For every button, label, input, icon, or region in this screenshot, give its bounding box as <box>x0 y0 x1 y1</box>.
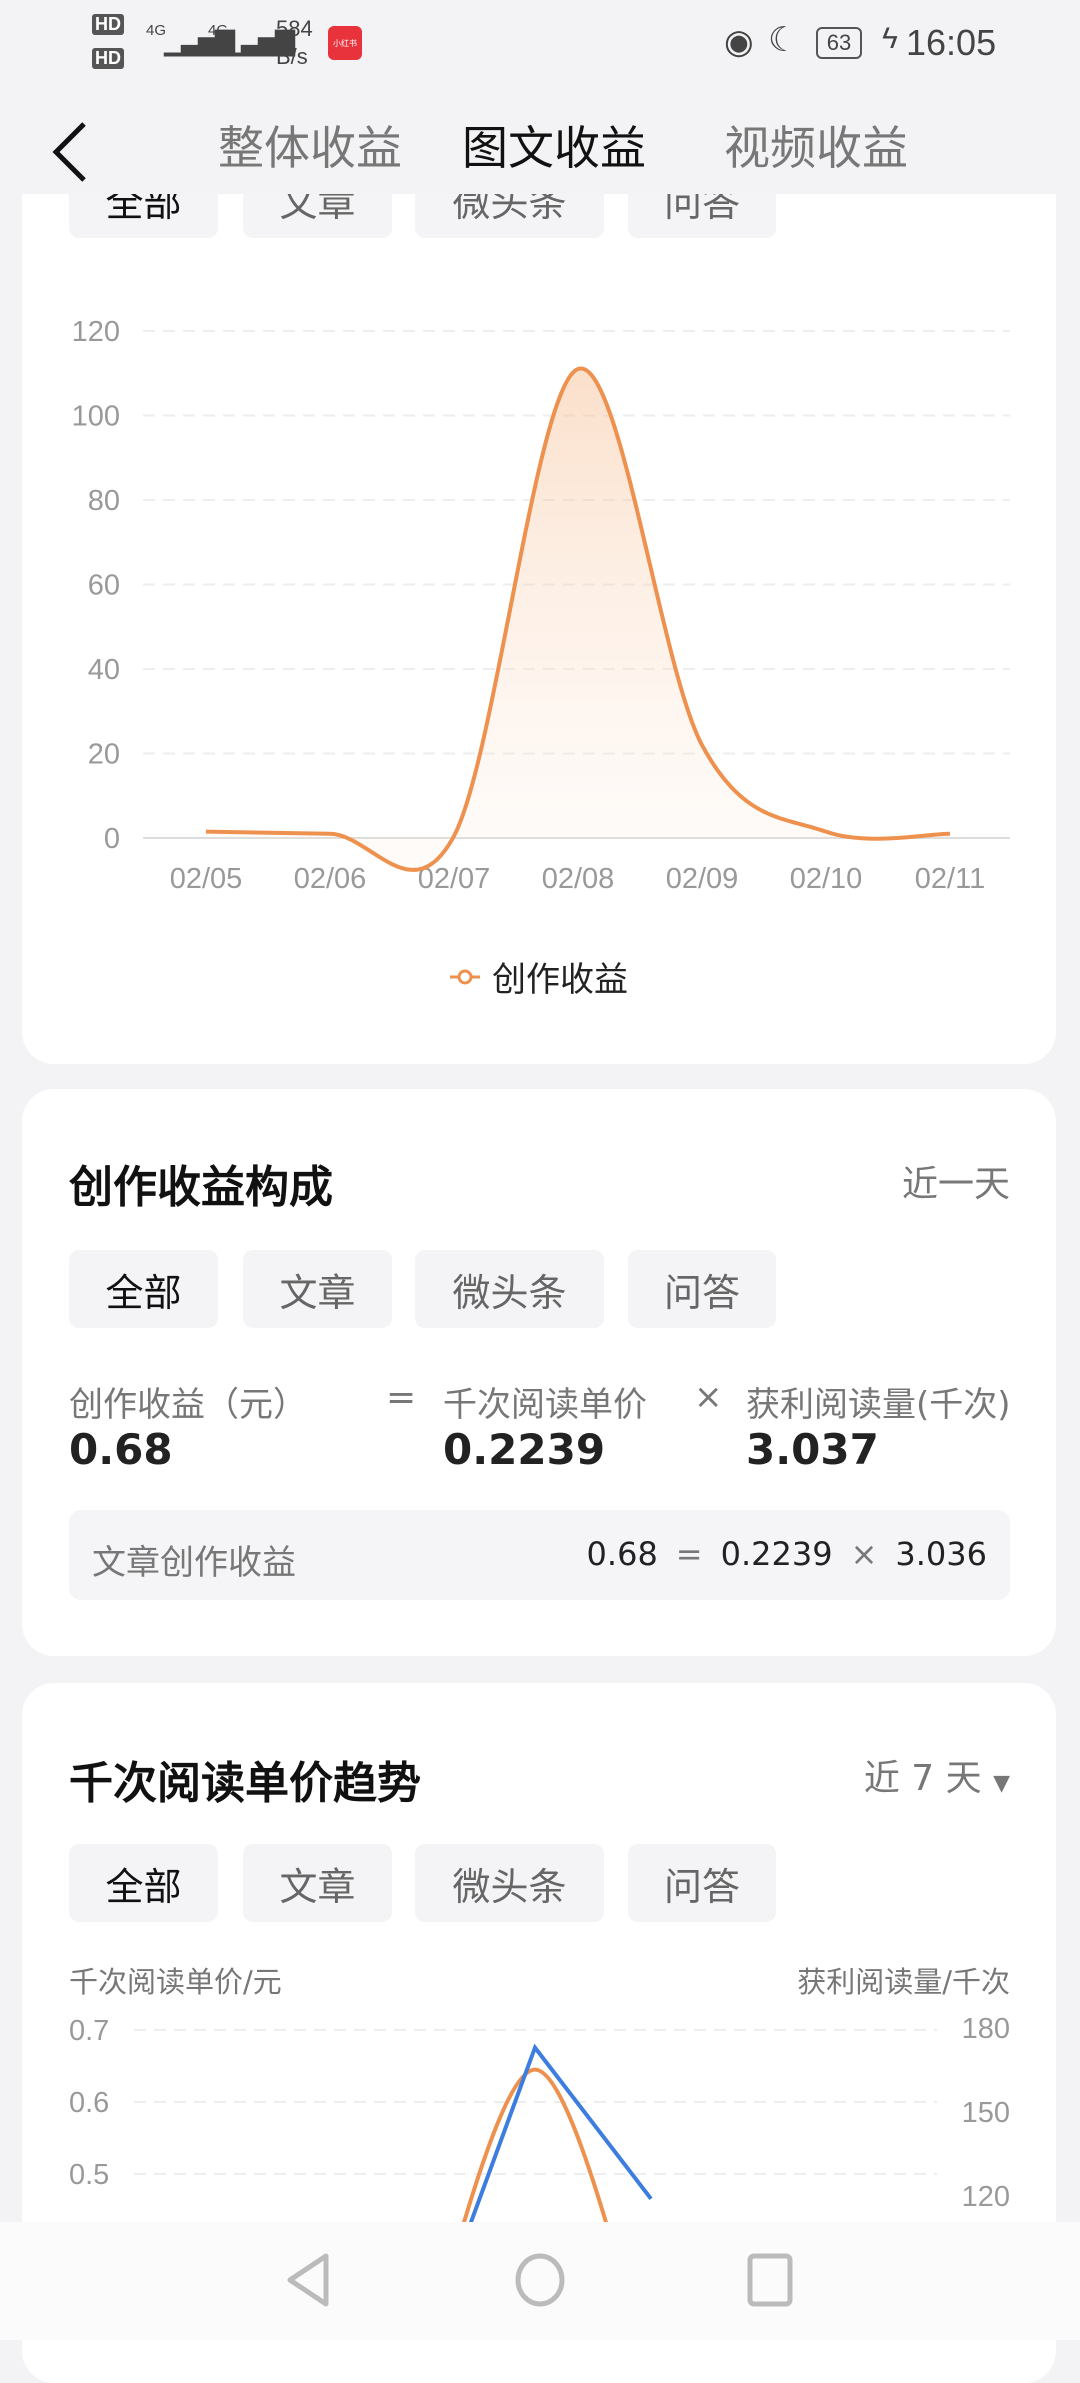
chip-micro-headline[interactable]: 微头条 <box>415 1844 604 1922</box>
eye-comfort-icon: ◉ <box>724 22 754 62</box>
chart-legend[interactable]: 创作收益 <box>448 952 628 1001</box>
nav-recents-icon[interactable] <box>746 2252 794 2308</box>
tab-article-income[interactable]: 图文收益 <box>462 112 646 178</box>
times-sign: × <box>694 1377 723 1417</box>
composition-card: 创作收益构成 近一天 全部 文章 微头条 问答 创作收益（元） 0.68 = 千… <box>22 1089 1056 1656</box>
legend-label: 创作收益 <box>492 952 628 1001</box>
tab-overall-income[interactable]: 整体收益 <box>218 112 402 178</box>
chip-all[interactable]: 全部 <box>69 1844 218 1922</box>
right-axis-title: 获利阅读量/千次 <box>797 1959 1010 2001</box>
moon-icon: ☾ <box>768 20 798 60</box>
range-selector[interactable]: 近一天 <box>902 1155 1010 1207</box>
chip-micro-headline[interactable]: 微头条 <box>415 1250 604 1328</box>
detail-income: 0.68 <box>587 1535 658 1573</box>
equals-sign: = <box>386 1377 416 1418</box>
article-income-row: 文章创作收益 0.68 = 0.2239 × 3.036 <box>69 1510 1010 1600</box>
header: 整体收益 图文收益 视频收益 <box>0 90 1080 194</box>
net-speed-value: 584 <box>276 16 313 42</box>
reads-label: 获利阅读量(千次) <box>746 1377 1011 1426</box>
trend-range-label: 近 7 天 <box>864 1758 982 1799</box>
nav-back-icon[interactable] <box>284 2252 334 2308</box>
price-label: 千次阅读单价 <box>443 1377 647 1426</box>
reads-value: 3.037 <box>746 1425 879 1474</box>
xiaohongshu-app-icon: 小红书 <box>328 26 362 60</box>
income-value: 0.68 <box>69 1425 173 1474</box>
charging-icon: ϟ <box>882 22 898 56</box>
left-axis-title: 千次阅读单价/元 <box>69 1959 282 2001</box>
nav-home-icon[interactable] <box>514 2252 566 2308</box>
net-speed-unit: B/s <box>276 44 308 70</box>
detail-times: × <box>851 1535 878 1573</box>
hd2-icon: HD <box>92 48 124 69</box>
price-trend-title: 千次阅读单价趋势 <box>69 1747 421 1811</box>
chip-all[interactable]: 全部 <box>69 1250 218 1328</box>
caret-down-icon: ▼ <box>993 1771 1010 1796</box>
hd1-icon: HD <box>92 14 124 35</box>
chip-article[interactable]: 文章 <box>243 1250 392 1328</box>
article-income-label: 文章创作收益 <box>92 1535 296 1584</box>
legend-marker-icon <box>448 967 482 987</box>
detail-equals: = <box>676 1535 703 1573</box>
detail-reads: 3.036 <box>895 1535 987 1573</box>
chip-article[interactable]: 文章 <box>243 1844 392 1922</box>
status-bar: HD HD 4G ▁▃▅▇ 4G ▁▃▅▇ 584 B/s 小红书 ◉ ☾ 63… <box>0 0 1080 90</box>
income-label: 创作收益（元） <box>69 1377 307 1426</box>
battery-icon: 63 <box>816 27 862 59</box>
composition-title: 创作收益构成 <box>69 1151 333 1215</box>
app-badge-text: 小红书 <box>333 38 357 49</box>
chip-qa[interactable]: 问答 <box>628 1250 776 1328</box>
back-icon[interactable] <box>48 120 92 184</box>
price-value: 0.2239 <box>443 1425 605 1474</box>
clock-time: 16:05 <box>906 22 996 64</box>
system-nav-bar <box>0 2222 1080 2340</box>
tab-video-income[interactable]: 视频收益 <box>724 112 908 178</box>
chip-qa[interactable]: 问答 <box>628 1844 776 1922</box>
article-income-formula: 0.68 = 0.2239 × 3.036 <box>587 1535 987 1573</box>
trend-range-dropdown[interactable]: 近 7 天 ▼ <box>864 1749 1010 1801</box>
detail-price: 0.2239 <box>721 1535 833 1573</box>
signal-1-label: 4G <box>146 22 166 39</box>
income-chart-card: 全部 文章 微头条 问答 <box>22 120 1056 1064</box>
